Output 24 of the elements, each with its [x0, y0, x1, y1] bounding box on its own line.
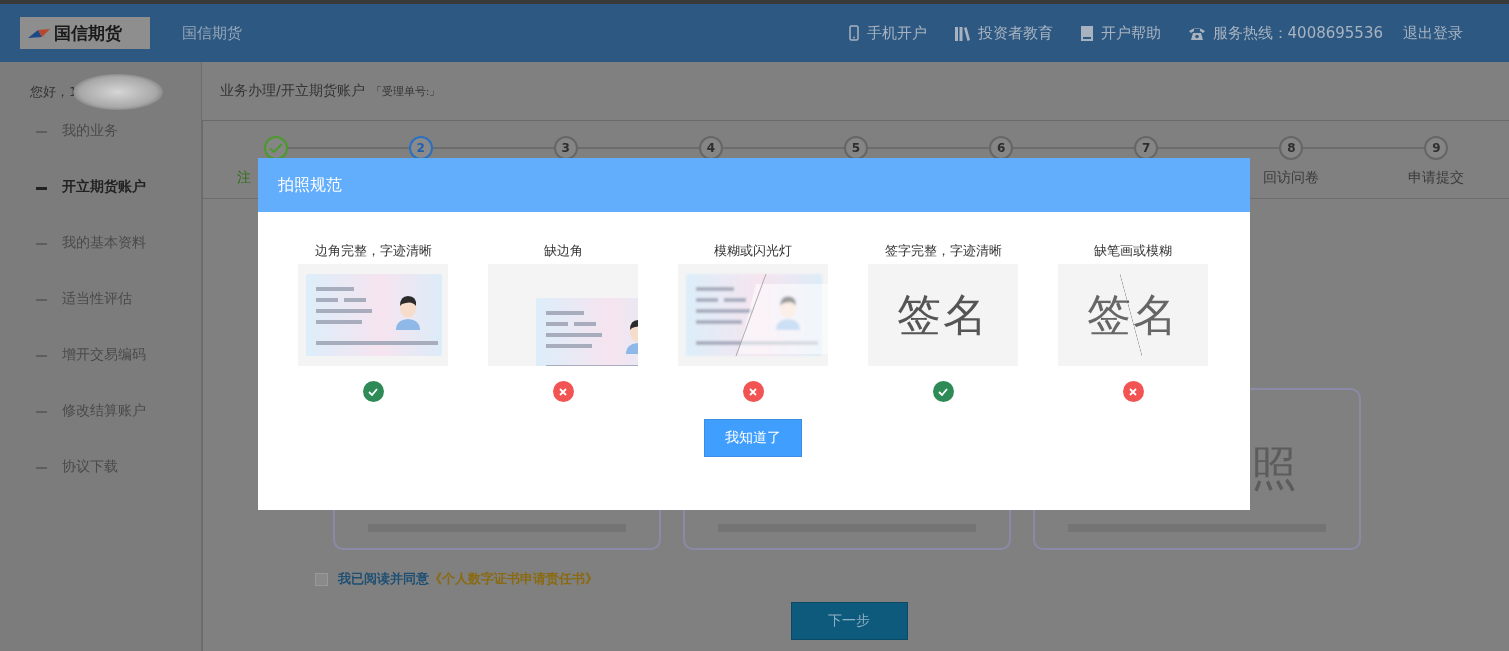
signature-text: 签名 — [1087, 287, 1179, 342]
step-number: 2 — [408, 136, 433, 160]
step-number: 8 — [1279, 136, 1304, 160]
step-label: 申请提交 — [1408, 169, 1465, 187]
site-name: 国信期货 — [182, 23, 242, 43]
example-caption: 缺笔画或模糊 — [1094, 242, 1172, 260]
step-label: 注 — [236, 169, 251, 187]
example-caption: 签字完整，字迹清晰 — [884, 242, 1002, 260]
logo-text: 国信期货 — [54, 21, 122, 45]
step-number: 4 — [698, 136, 723, 160]
example-caption: 边角完整，字迹清晰 — [314, 242, 432, 260]
example-caption: 模糊或闪光灯 — [714, 242, 792, 260]
breadcrumb: 业务办理/开立期货账户 — [220, 82, 365, 100]
step-number: 5 — [844, 136, 868, 160]
step-label: 回访问卷 — [1263, 169, 1320, 187]
example-caption: 缺边角 — [543, 242, 583, 260]
order-number-label: 「受理单号:」 — [370, 83, 441, 99]
dialog-title: 拍照规范 — [278, 174, 342, 196]
step-number: 9 — [1424, 136, 1449, 160]
agreement-text: 我已阅读并同意 — [338, 570, 429, 588]
signature-text: 签名 — [897, 287, 989, 342]
step-number: 7 — [1134, 136, 1159, 160]
step-number: 3 — [553, 136, 578, 160]
step-number: 6 — [989, 136, 1014, 160]
